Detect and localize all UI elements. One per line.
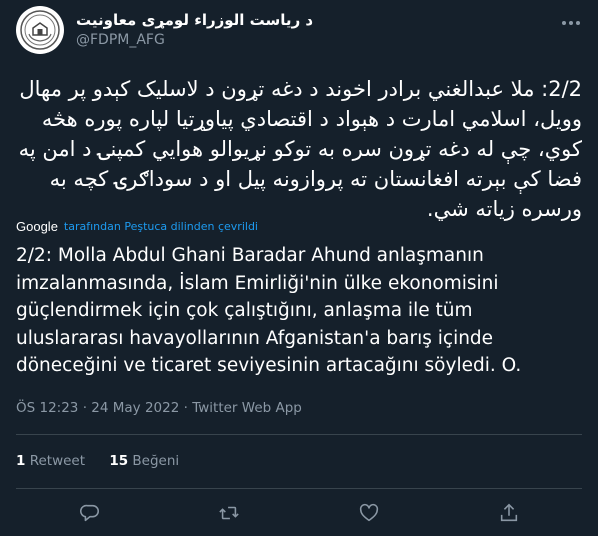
divider xyxy=(16,434,582,435)
engagement-stats: 1 Retweet 15 Beğeni xyxy=(16,453,199,469)
tweet-source[interactable]: Twitter Web App xyxy=(192,400,302,416)
share-icon xyxy=(500,503,518,522)
heart-icon xyxy=(359,503,379,522)
tweet-date[interactable]: 24 May 2022 xyxy=(91,400,179,416)
display-name[interactable]: د ریاست الوزراء لومړی معاونیت xyxy=(76,10,313,30)
like-button[interactable] xyxy=(354,498,384,528)
tweet-header: د ریاست الوزراء لومړی معاونیت @FDPM_AFG xyxy=(16,4,582,58)
action-bar xyxy=(16,498,582,528)
more-options-button[interactable] xyxy=(560,12,582,34)
tweet-time[interactable]: ÖS 12:23 xyxy=(16,400,78,416)
avatar[interactable] xyxy=(16,6,64,54)
share-button[interactable] xyxy=(494,498,524,528)
retweet-stat[interactable]: 1 Retweet xyxy=(16,453,85,469)
retweet-icon xyxy=(219,506,239,520)
more-horizontal-icon xyxy=(562,21,580,25)
tweet-text: 2/2: ملا عبدالغني برادر اخوند د دغه تړون… xyxy=(18,77,582,221)
google-logo: Google xyxy=(16,218,58,234)
tweet-meta: ÖS 12:23 · 24 May 2022 · Twitter Web App xyxy=(16,400,302,416)
reply-icon xyxy=(79,504,99,522)
user-handle[interactable]: @FDPM_AFG xyxy=(76,30,313,50)
translated-text: 2/2: Molla Abdul Ghani Baradar Ahund anl… xyxy=(16,245,522,376)
meta-separator: · xyxy=(183,400,188,416)
like-stat[interactable]: 15 Beğeni xyxy=(109,453,179,469)
retweet-button[interactable] xyxy=(214,498,244,528)
reply-button[interactable] xyxy=(75,498,105,528)
meta-separator: · xyxy=(82,400,87,416)
divider xyxy=(16,488,582,489)
translation-attribution: Google tarafından Peştuca dilinden çevri… xyxy=(16,216,258,236)
emblem-icon xyxy=(20,10,60,50)
translation-link[interactable]: tarafından Peştuca dilinden çevrildi xyxy=(64,220,258,233)
